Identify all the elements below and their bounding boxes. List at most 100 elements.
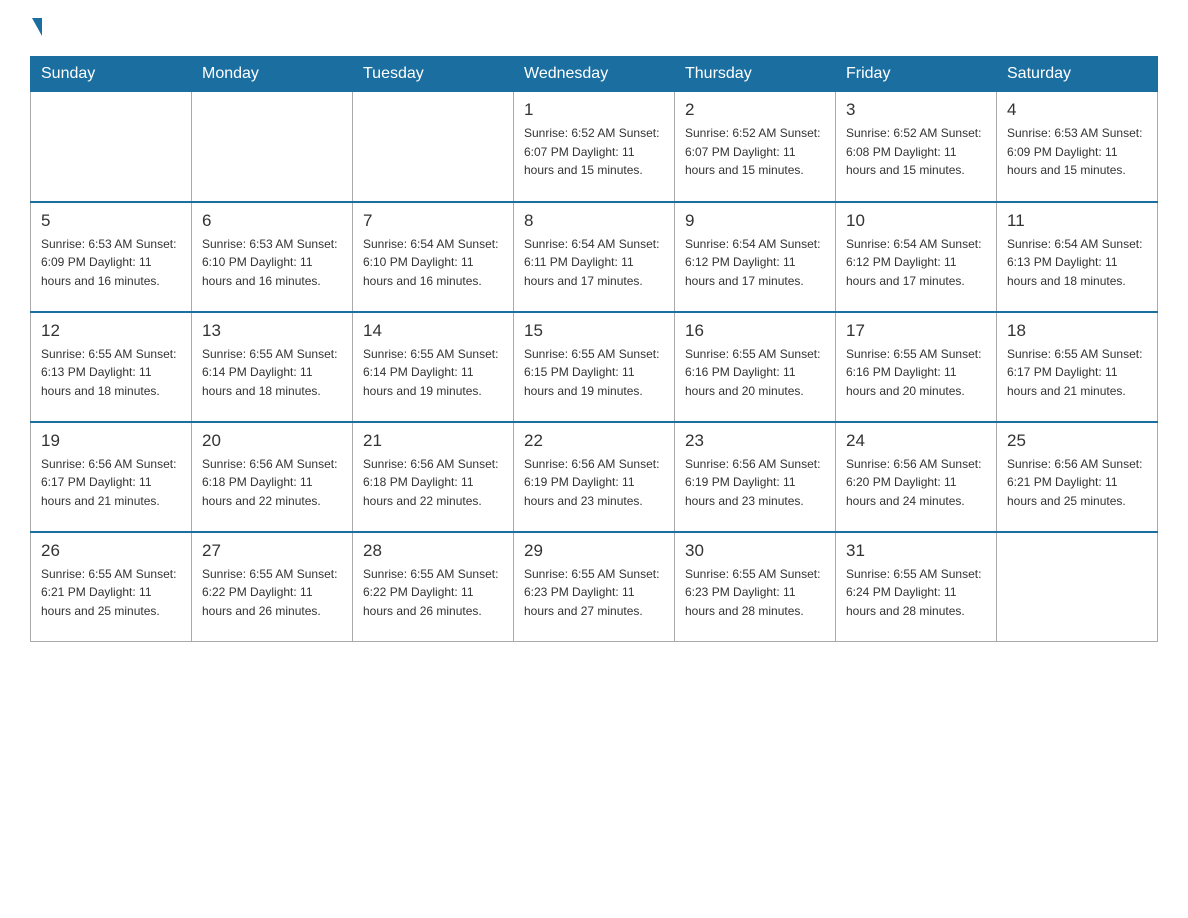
column-header-thursday: Thursday (675, 57, 836, 92)
day-info: Sunrise: 6:54 AM Sunset: 6:12 PM Dayligh… (685, 235, 825, 291)
calendar-cell: 8 Sunrise: 6:54 AM Sunset: 6:11 PM Daylig… (514, 202, 675, 312)
calendar-cell: 10 Sunrise: 6:54 AM Sunset: 6:12 PM Dayli… (836, 202, 997, 312)
day-info: Sunrise: 6:52 AM Sunset: 6:08 PM Dayligh… (846, 124, 986, 180)
day-info: Sunrise: 6:55 AM Sunset: 6:23 PM Dayligh… (524, 565, 664, 621)
calendar-week-3: 12 Sunrise: 6:55 AM Sunset: 6:13 PM Dayli… (31, 312, 1158, 422)
day-info: Sunrise: 6:54 AM Sunset: 6:10 PM Dayligh… (363, 235, 503, 291)
calendar-cell: 6 Sunrise: 6:53 AM Sunset: 6:10 PM Daylig… (192, 202, 353, 312)
day-number: 20 (202, 431, 342, 451)
day-info: Sunrise: 6:56 AM Sunset: 6:20 PM Dayligh… (846, 455, 986, 511)
day-number: 2 (685, 100, 825, 120)
day-info: Sunrise: 6:53 AM Sunset: 6:09 PM Dayligh… (1007, 124, 1147, 180)
calendar-week-2: 5Sunrise: 6:53 AM Sunset: 6:09 PM Daylig… (31, 202, 1158, 312)
day-info: Sunrise: 6:56 AM Sunset: 6:18 PM Dayligh… (363, 455, 503, 511)
calendar-cell: 5Sunrise: 6:53 AM Sunset: 6:09 PM Daylig… (31, 202, 192, 312)
day-number: 11 (1007, 211, 1147, 231)
day-number: 23 (685, 431, 825, 451)
logo-triangle-icon (32, 18, 42, 36)
day-number: 28 (363, 541, 503, 561)
column-header-tuesday: Tuesday (353, 57, 514, 92)
calendar-week-5: 26 Sunrise: 6:55 AM Sunset: 6:21 PM Dayli… (31, 532, 1158, 642)
day-number: 25 (1007, 431, 1147, 451)
calendar-week-4: 19 Sunrise: 6:56 AM Sunset: 6:17 PM Dayli… (31, 422, 1158, 532)
day-info: Sunrise: 6:55 AM Sunset: 6:21 PM Dayligh… (41, 565, 181, 621)
calendar-cell: 30 Sunrise: 6:55 AM Sunset: 6:23 PM Dayli… (675, 532, 836, 642)
day-info: Sunrise: 6:53 AM Sunset: 6:10 PM Dayligh… (202, 235, 342, 291)
column-header-friday: Friday (836, 57, 997, 92)
day-info: Sunrise: 6:54 AM Sunset: 6:11 PM Dayligh… (524, 235, 664, 291)
day-number: 10 (846, 211, 986, 231)
day-number: 1 (524, 100, 664, 120)
day-number: 14 (363, 321, 503, 341)
day-number: 15 (524, 321, 664, 341)
day-number: 26 (41, 541, 181, 561)
day-info: Sunrise: 6:55 AM Sunset: 6:16 PM Dayligh… (846, 345, 986, 401)
calendar-cell: 19 Sunrise: 6:56 AM Sunset: 6:17 PM Dayli… (31, 422, 192, 532)
day-number: 6 (202, 211, 342, 231)
day-number: 8 (524, 211, 664, 231)
calendar-cell: 25Sunrise: 6:56 AM Sunset: 6:21 PM Dayli… (997, 422, 1158, 532)
day-info: Sunrise: 6:55 AM Sunset: 6:23 PM Dayligh… (685, 565, 825, 621)
calendar-cell: 14 Sunrise: 6:55 AM Sunset: 6:14 PM Dayli… (353, 312, 514, 422)
day-number: 12 (41, 321, 181, 341)
column-header-wednesday: Wednesday (514, 57, 675, 92)
calendar-cell: 28 Sunrise: 6:55 AM Sunset: 6:22 PM Dayli… (353, 532, 514, 642)
calendar-cell: 23 Sunrise: 6:56 AM Sunset: 6:19 PM Dayli… (675, 422, 836, 532)
calendar-cell (353, 92, 514, 202)
calendar-header-row: SundayMondayTuesdayWednesdayThursdayFrid… (31, 57, 1158, 92)
calendar-table: SundayMondayTuesdayWednesdayThursdayFrid… (30, 56, 1158, 642)
calendar-cell: 26 Sunrise: 6:55 AM Sunset: 6:21 PM Dayli… (31, 532, 192, 642)
calendar-cell (192, 92, 353, 202)
calendar-cell: 1 Sunrise: 6:52 AM Sunset: 6:07 PM Daylig… (514, 92, 675, 202)
day-info: Sunrise: 6:55 AM Sunset: 6:13 PM Dayligh… (41, 345, 181, 401)
day-info: Sunrise: 6:55 AM Sunset: 6:14 PM Dayligh… (202, 345, 342, 401)
day-info: Sunrise: 6:55 AM Sunset: 6:24 PM Dayligh… (846, 565, 986, 621)
day-number: 22 (524, 431, 664, 451)
day-number: 19 (41, 431, 181, 451)
day-number: 7 (363, 211, 503, 231)
day-number: 17 (846, 321, 986, 341)
calendar-cell: 24 Sunrise: 6:56 AM Sunset: 6:20 PM Dayli… (836, 422, 997, 532)
calendar-week-1: 1 Sunrise: 6:52 AM Sunset: 6:07 PM Daylig… (31, 92, 1158, 202)
calendar-cell: 27Sunrise: 6:55 AM Sunset: 6:22 PM Dayli… (192, 532, 353, 642)
day-info: Sunrise: 6:55 AM Sunset: 6:17 PM Dayligh… (1007, 345, 1147, 401)
day-number: 18 (1007, 321, 1147, 341)
day-info: Sunrise: 6:52 AM Sunset: 6:07 PM Dayligh… (685, 124, 825, 180)
day-info: Sunrise: 6:56 AM Sunset: 6:19 PM Dayligh… (685, 455, 825, 511)
day-info: Sunrise: 6:55 AM Sunset: 6:14 PM Dayligh… (363, 345, 503, 401)
calendar-cell: 3 Sunrise: 6:52 AM Sunset: 6:08 PM Daylig… (836, 92, 997, 202)
day-info: Sunrise: 6:56 AM Sunset: 6:18 PM Dayligh… (202, 455, 342, 511)
day-info: Sunrise: 6:54 AM Sunset: 6:13 PM Dayligh… (1007, 235, 1147, 291)
day-info: Sunrise: 6:54 AM Sunset: 6:12 PM Dayligh… (846, 235, 986, 291)
day-info: Sunrise: 6:55 AM Sunset: 6:16 PM Dayligh… (685, 345, 825, 401)
day-number: 3 (846, 100, 986, 120)
day-number: 5 (41, 211, 181, 231)
day-info: Sunrise: 6:56 AM Sunset: 6:17 PM Dayligh… (41, 455, 181, 511)
day-number: 30 (685, 541, 825, 561)
calendar-cell: 17 Sunrise: 6:55 AM Sunset: 6:16 PM Dayli… (836, 312, 997, 422)
calendar-cell: 21Sunrise: 6:56 AM Sunset: 6:18 PM Dayli… (353, 422, 514, 532)
calendar-cell: 20 Sunrise: 6:56 AM Sunset: 6:18 PM Dayli… (192, 422, 353, 532)
day-info: Sunrise: 6:56 AM Sunset: 6:19 PM Dayligh… (524, 455, 664, 511)
day-number: 29 (524, 541, 664, 561)
day-number: 24 (846, 431, 986, 451)
calendar-cell: 13Sunrise: 6:55 AM Sunset: 6:14 PM Dayli… (192, 312, 353, 422)
day-info: Sunrise: 6:55 AM Sunset: 6:22 PM Dayligh… (363, 565, 503, 621)
column-header-sunday: Sunday (31, 57, 192, 92)
day-info: Sunrise: 6:55 AM Sunset: 6:22 PM Dayligh… (202, 565, 342, 621)
day-number: 16 (685, 321, 825, 341)
logo (30, 20, 44, 36)
calendar-cell: 9 Sunrise: 6:54 AM Sunset: 6:12 PM Daylig… (675, 202, 836, 312)
calendar-cell: 11 Sunrise: 6:54 AM Sunset: 6:13 PM Dayli… (997, 202, 1158, 312)
calendar-cell (997, 532, 1158, 642)
calendar-cell: 15Sunrise: 6:55 AM Sunset: 6:15 PM Dayli… (514, 312, 675, 422)
calendar-cell: 29 Sunrise: 6:55 AM Sunset: 6:23 PM Dayli… (514, 532, 675, 642)
calendar-cell: 7 Sunrise: 6:54 AM Sunset: 6:10 PM Daylig… (353, 202, 514, 312)
calendar-cell: 31Sunrise: 6:55 AM Sunset: 6:24 PM Dayli… (836, 532, 997, 642)
calendar-cell: 22 Sunrise: 6:56 AM Sunset: 6:19 PM Dayli… (514, 422, 675, 532)
day-info: Sunrise: 6:52 AM Sunset: 6:07 PM Dayligh… (524, 124, 664, 180)
column-header-monday: Monday (192, 57, 353, 92)
day-number: 9 (685, 211, 825, 231)
calendar-cell: 4Sunrise: 6:53 AM Sunset: 6:09 PM Daylig… (997, 92, 1158, 202)
calendar-cell: 12 Sunrise: 6:55 AM Sunset: 6:13 PM Dayli… (31, 312, 192, 422)
